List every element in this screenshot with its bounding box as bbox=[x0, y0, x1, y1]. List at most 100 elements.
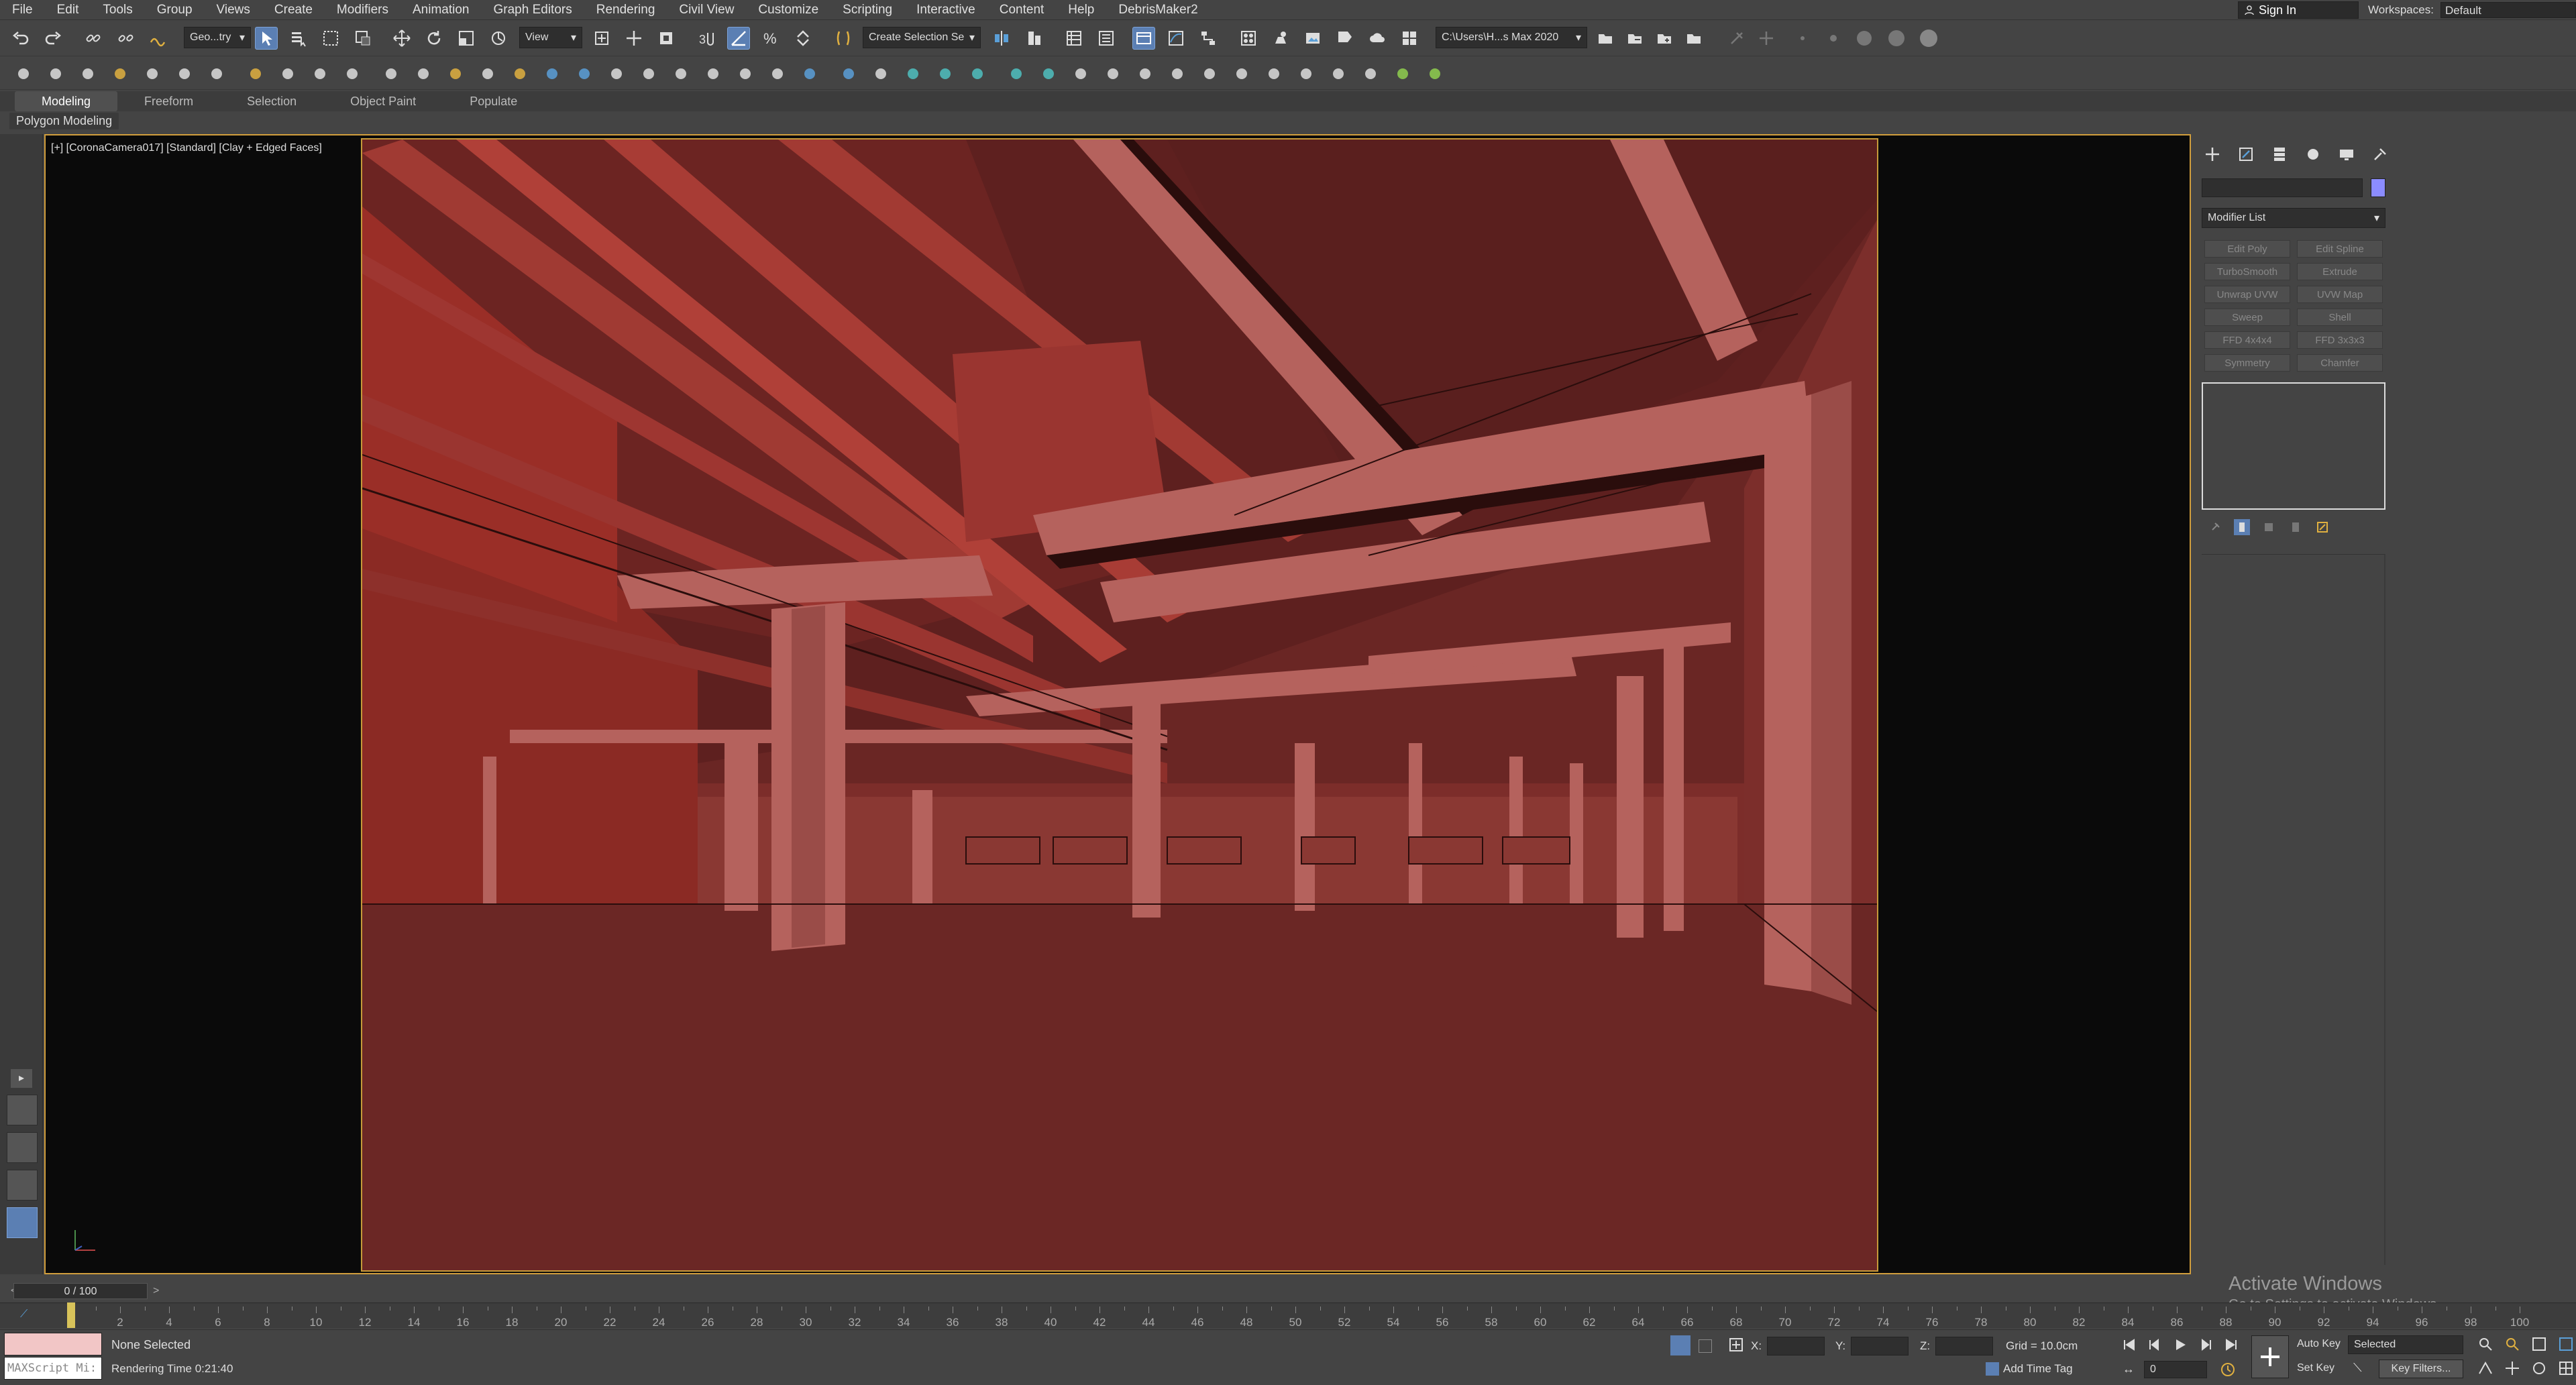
corona-vfb-icon[interactable] bbox=[1134, 62, 1157, 85]
layout-three-icon[interactable] bbox=[7, 1132, 38, 1163]
curve-editor-mini-icon[interactable]: ⟋ bbox=[20, 1309, 28, 1321]
workspace-selector[interactable]: Workspaces: Default bbox=[2368, 1, 2576, 19]
disabled-tool-2-icon[interactable] bbox=[1755, 27, 1778, 50]
x-field[interactable] bbox=[1767, 1337, 1825, 1355]
render-production-icon[interactable] bbox=[1334, 27, 1356, 50]
menu-item-file[interactable]: File bbox=[0, 0, 45, 20]
reference-coordinate-dropdown[interactable]: View ▾ bbox=[519, 27, 582, 48]
field-of-view-icon[interactable] bbox=[2475, 1358, 2496, 1378]
corona-scene-icon[interactable] bbox=[1359, 62, 1382, 85]
helper-icon[interactable] bbox=[702, 62, 724, 85]
maximize-viewport-icon[interactable] bbox=[2556, 1358, 2576, 1378]
corona-render-icon[interactable] bbox=[1327, 62, 1350, 85]
menu-item-tools[interactable]: Tools bbox=[91, 0, 144, 20]
viewport-label[interactable]: [+] [CoronaCamera017] [Standard] [Clay +… bbox=[51, 142, 322, 154]
keyboard-shortcut-icon[interactable] bbox=[655, 27, 678, 50]
open-explorer-icon[interactable] bbox=[1594, 27, 1617, 50]
hierarchy-tab-icon[interactable] bbox=[2267, 144, 2292, 165]
corona-proxy-icon[interactable] bbox=[1005, 62, 1028, 85]
menu-item-graph-editors[interactable]: Graph Editors bbox=[482, 0, 584, 20]
pyramid-icon[interactable] bbox=[605, 62, 628, 85]
time-playhead[interactable] bbox=[67, 1303, 75, 1328]
material-editor-icon[interactable] bbox=[1237, 27, 1260, 50]
torus-icon[interactable] bbox=[476, 62, 499, 85]
project-folder-dropdown[interactable]: C:\Users\H...s Max 2020 ▾ bbox=[1436, 27, 1587, 48]
rectangular-selection-icon[interactable] bbox=[319, 27, 342, 50]
set-keys-button[interactable] bbox=[2251, 1335, 2289, 1378]
menu-item-group[interactable]: Group bbox=[145, 0, 205, 20]
key-mode-dropdown[interactable]: Selected bbox=[2348, 1335, 2463, 1354]
menu-item-help[interactable]: Help bbox=[1056, 0, 1106, 20]
corona-sky-icon[interactable] bbox=[1102, 62, 1124, 85]
align-icon[interactable] bbox=[1022, 27, 1045, 50]
corona-material-icon[interactable] bbox=[934, 62, 957, 85]
layout-two-icon[interactable] bbox=[7, 1170, 38, 1201]
schematic-view-icon[interactable] bbox=[1197, 27, 1220, 50]
set-key-button[interactable]: Set Key bbox=[2297, 1362, 2334, 1374]
modify-tab-icon[interactable] bbox=[2234, 144, 2258, 165]
time-configuration-icon[interactable] bbox=[2219, 1361, 2237, 1378]
lights-icon[interactable] bbox=[798, 62, 821, 85]
shape-icon[interactable] bbox=[44, 62, 67, 85]
move-icon[interactable] bbox=[390, 27, 413, 50]
z-field[interactable] bbox=[1935, 1337, 1994, 1355]
modifier-button-extrude[interactable]: Extrude bbox=[2297, 263, 2383, 280]
add-time-tag-button[interactable]: Add Time Tag bbox=[1986, 1362, 2073, 1376]
modifier-button-edit-spline[interactable]: Edit Spline bbox=[2297, 240, 2383, 258]
corona-decal-icon[interactable] bbox=[1230, 62, 1253, 85]
zoom-icon[interactable] bbox=[2475, 1334, 2496, 1354]
sphere-icon[interactable] bbox=[412, 62, 435, 85]
undo-icon[interactable] bbox=[9, 27, 32, 50]
layout-single-icon[interactable] bbox=[7, 1207, 38, 1238]
ribbon-tab-object-paint[interactable]: Object Paint bbox=[323, 91, 443, 111]
toggle-ribbon-icon[interactable] bbox=[1132, 27, 1155, 50]
select-by-name-icon[interactable] bbox=[287, 27, 310, 50]
camera-icon[interactable] bbox=[837, 62, 860, 85]
textplus-icon[interactable] bbox=[669, 62, 692, 85]
current-frame-field[interactable]: 0 bbox=[2144, 1361, 2207, 1378]
ribbon-tab-selection[interactable]: Selection bbox=[220, 91, 323, 111]
pivot-center-icon[interactable] bbox=[590, 27, 613, 50]
modifier-stack[interactable] bbox=[2202, 382, 2385, 510]
corona-converter-icon[interactable] bbox=[1198, 62, 1221, 85]
zoom-all-icon[interactable] bbox=[2502, 1334, 2522, 1354]
motion-tab-icon[interactable] bbox=[2301, 144, 2325, 165]
corona-help-icon[interactable] bbox=[1295, 62, 1318, 85]
project-icon[interactable] bbox=[1682, 27, 1705, 50]
patch-grid-icon[interactable] bbox=[205, 62, 228, 85]
sign-in-button[interactable]: Sign In bbox=[2238, 1, 2359, 19]
particle-icon[interactable] bbox=[173, 62, 196, 85]
modifier-list-dropdown[interactable]: Modifier List ▾ bbox=[2202, 208, 2385, 228]
tube-icon[interactable] bbox=[573, 62, 596, 85]
extended-primitive-icon[interactable] bbox=[109, 62, 131, 85]
render-in-cloud-icon[interactable] bbox=[1366, 27, 1389, 50]
layout-four-icon[interactable] bbox=[7, 1095, 38, 1125]
menu-item-animation[interactable]: Animation bbox=[400, 0, 482, 20]
scene-render[interactable] bbox=[361, 138, 1878, 1272]
menu-item-content[interactable]: Content bbox=[987, 0, 1057, 20]
rotate-icon[interactable] bbox=[423, 27, 445, 50]
corona-sun-icon[interactable] bbox=[1069, 62, 1092, 85]
scale-icon[interactable] bbox=[455, 27, 478, 50]
aec-extended-icon[interactable] bbox=[341, 62, 364, 85]
maxscript-mini-listener[interactable]: MAXScript Mi: bbox=[4, 1357, 102, 1380]
menu-item-interactive[interactable]: Interactive bbox=[904, 0, 987, 20]
cone-icon[interactable] bbox=[508, 62, 531, 85]
set-project-icon[interactable] bbox=[1623, 27, 1646, 50]
space-warp-icon[interactable] bbox=[734, 62, 757, 85]
go-to-end-icon[interactable] bbox=[2222, 1335, 2241, 1354]
isolate-selection-icon[interactable] bbox=[1670, 1335, 1690, 1355]
modifier-button-chamfer[interactable]: Chamfer bbox=[2297, 354, 2383, 372]
redo-icon[interactable] bbox=[42, 27, 64, 50]
go-to-start-icon[interactable] bbox=[2120, 1335, 2139, 1354]
a360-gallery-icon[interactable] bbox=[1398, 27, 1421, 50]
door-icon[interactable] bbox=[276, 62, 299, 85]
menu-item-customize[interactable]: Customize bbox=[746, 0, 830, 20]
plane-icon[interactable] bbox=[637, 62, 660, 85]
orbit-icon[interactable] bbox=[2529, 1358, 2549, 1378]
snaps-toggle-icon[interactable]: 3 bbox=[695, 27, 718, 50]
y-field[interactable] bbox=[1851, 1337, 1909, 1355]
standard-primitive-icon[interactable] bbox=[76, 62, 99, 85]
window-icon[interactable] bbox=[309, 62, 331, 85]
ribbon-tab-freeform[interactable]: Freeform bbox=[117, 91, 220, 111]
